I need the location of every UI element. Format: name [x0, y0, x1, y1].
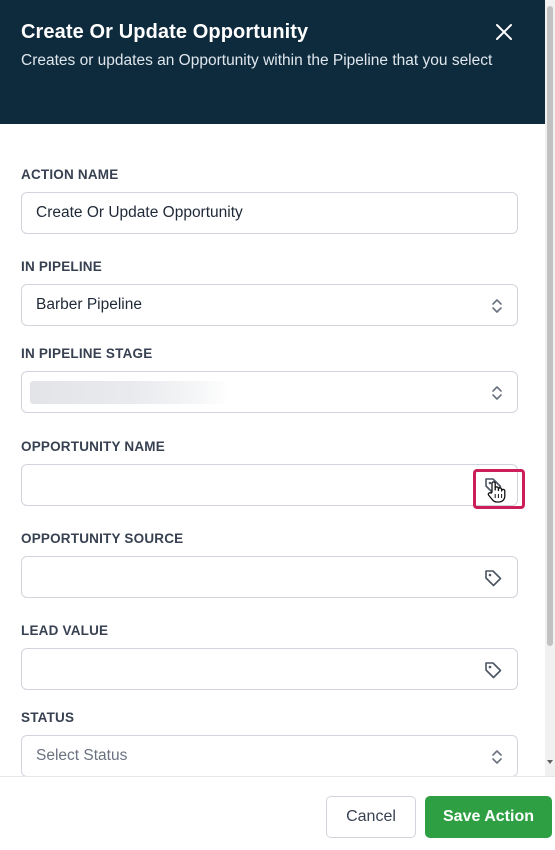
in-pipeline-label: IN PIPELINE: [21, 259, 102, 274]
hand-cursor-icon: [487, 481, 506, 503]
modal-header: Create Or Update Opportunity Creates or …: [0, 0, 545, 124]
modal-subtitle: Creates or updates an Opportunity within…: [21, 52, 493, 69]
tag-icon[interactable]: [483, 660, 503, 680]
lead-value-input[interactable]: [21, 648, 518, 690]
close-button[interactable]: [492, 20, 516, 44]
scroll-down-arrow-icon[interactable]: [547, 760, 553, 764]
opportunity-source-label: OPPORTUNITY SOURCE: [21, 531, 184, 546]
action-name-input[interactable]: Create Or Update Opportunity: [21, 192, 518, 234]
opportunity-name-label: OPPORTUNITY NAME: [21, 439, 165, 454]
cancel-button[interactable]: Cancel: [326, 796, 416, 838]
form-body: ACTION NAME Create Or Update Opportunity…: [0, 124, 545, 776]
chevron-up-down-icon: [492, 750, 502, 764]
opportunity-source-input[interactable]: [21, 556, 518, 598]
close-icon: [496, 24, 512, 40]
in-pipeline-value: Barber Pipeline: [36, 296, 142, 313]
status-placeholder: Select Status: [36, 747, 128, 764]
in-pipeline-stage-label: IN PIPELINE STAGE: [21, 346, 153, 361]
chevron-up-down-icon: [492, 299, 502, 313]
opportunity-name-input[interactable]: [21, 464, 518, 506]
tag-icon[interactable]: [483, 568, 503, 588]
scrollbar-thumb[interactable]: [547, 6, 553, 646]
action-name-value: Create Or Update Opportunity: [36, 204, 243, 221]
chevron-up-down-icon: [492, 386, 502, 400]
modal-footer: Cancel Save Action: [0, 776, 555, 850]
modal-title: Create Or Update Opportunity: [21, 21, 309, 43]
status-label: STATUS: [21, 710, 75, 725]
in-pipeline-stage-select[interactable]: [21, 371, 518, 413]
action-name-label: ACTION NAME: [21, 167, 119, 182]
in-pipeline-select[interactable]: Barber Pipeline: [21, 284, 518, 326]
lead-value-label: LEAD VALUE: [21, 623, 109, 638]
scrollbar[interactable]: [545, 0, 555, 776]
save-action-button[interactable]: Save Action: [425, 796, 552, 838]
status-select[interactable]: Select Status: [21, 735, 518, 776]
redacted-stage-value: [30, 381, 230, 404]
